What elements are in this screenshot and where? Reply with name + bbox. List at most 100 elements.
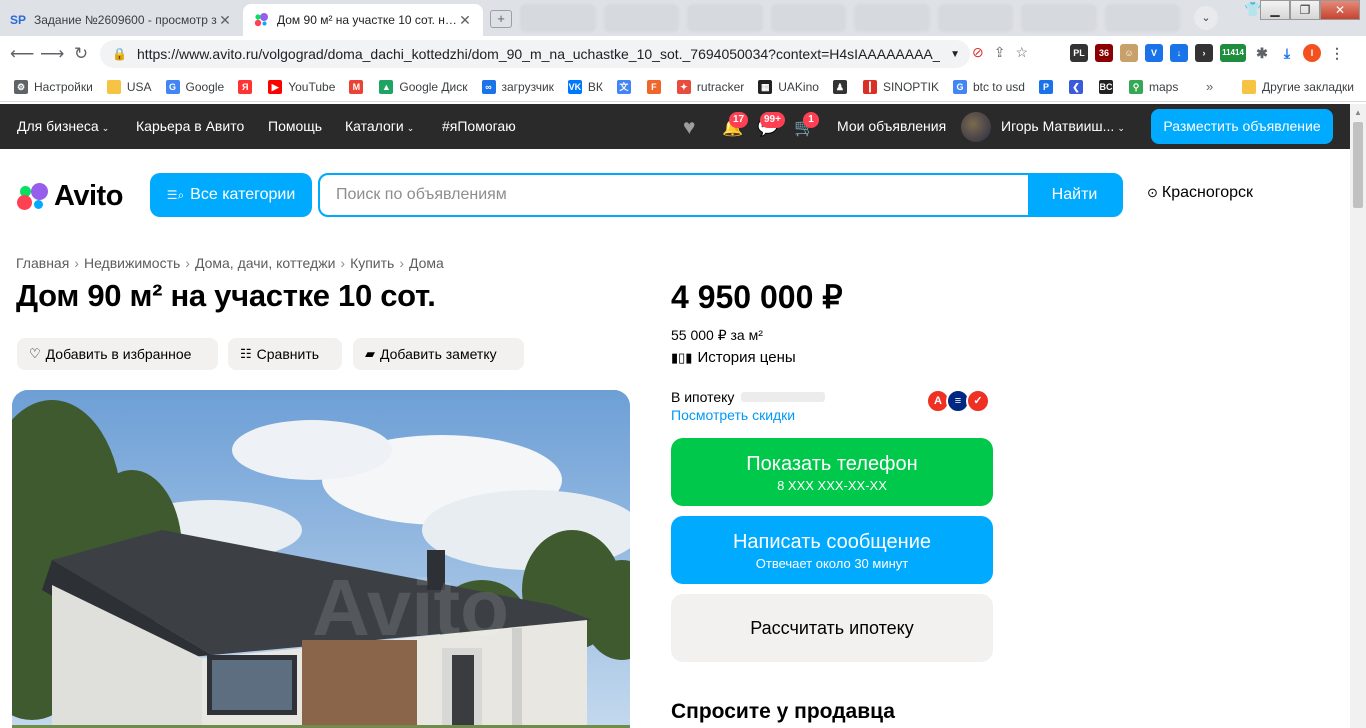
more-bookmarks-button[interactable]: »	[1206, 79, 1213, 94]
close-tab-icon[interactable]: ✕	[217, 12, 233, 29]
user-avatar[interactable]	[961, 112, 991, 142]
bookmark-item[interactable]: ▦ UAKino	[758, 79, 819, 94]
share-icon[interactable]: ⇪	[994, 44, 1006, 61]
new-tab-button[interactable]: +	[490, 10, 512, 28]
bookmark-item[interactable]: VK ВК	[567, 79, 603, 94]
folder-icon	[1242, 80, 1257, 94]
scroll-thumb[interactable]	[1353, 122, 1363, 208]
breadcrumb-item[interactable]: Главная	[16, 255, 69, 271]
menu-kebab-icon[interactable]: ⋮	[1328, 44, 1346, 62]
bookmark-item[interactable]: ⚙ Настройки	[14, 79, 93, 94]
breadcrumb-item[interactable]: Купить	[350, 255, 394, 271]
browser-tab-inactive[interactable]: SP Задание №2609600 - просмотр з ✕	[0, 4, 243, 36]
compare-button[interactable]: ☷ Сравнить	[228, 338, 342, 370]
all-categories-button[interactable]: ☰⌕ Все категории	[150, 173, 312, 217]
chevron-down-icon: ⌄	[406, 123, 415, 133]
svg-text:Avito: Avito	[312, 563, 509, 652]
breadcrumb-item[interactable]: Дома, дачи, коттеджи	[195, 255, 335, 271]
bookmark-item[interactable]: G Google	[165, 79, 224, 94]
bookmark-item[interactable]: ┃ SINOPTIK	[862, 79, 939, 94]
blocked-popup-icon[interactable]: ⊘	[972, 44, 984, 61]
bookmark-item[interactable]: ▶ YouTube	[268, 79, 335, 94]
extension-terminal-icon[interactable]: ›	[1195, 44, 1213, 62]
post-ad-button[interactable]: Разместить объявление	[1151, 109, 1333, 144]
extension-bitcoin-icon[interactable]: 11414	[1220, 44, 1246, 62]
bookmark-item[interactable]: ▲ Google Диск	[379, 79, 468, 94]
favorites-heart-icon[interactable]: ♥	[683, 116, 695, 140]
nav-career[interactable]: Карьера в Авито	[136, 118, 244, 134]
listing-photo[interactable]: Avito	[12, 390, 630, 728]
heart-outline-icon: ♡	[29, 346, 41, 361]
avito-logo[interactable]: Avito	[16, 180, 123, 213]
search-input[interactable]	[320, 175, 1028, 215]
extension-face-icon[interactable]: ☺	[1120, 44, 1138, 62]
lock-icon[interactable]: 🔒	[112, 47, 127, 61]
reload-icon[interactable]: ↻	[70, 44, 92, 64]
write-message-button[interactable]: Написать сообщение Отвечает около 30 мин…	[671, 516, 993, 584]
bookmark-label: maps	[1148, 79, 1179, 94]
show-phone-button[interactable]: Показать телефон 8 XXX XXX-XX-XX	[671, 438, 993, 506]
back-icon[interactable]: ⟵	[10, 44, 34, 64]
search-list-icon: ☰⌕	[166, 187, 185, 202]
extension-download-icon[interactable]: ↓	[1170, 44, 1188, 62]
tab-search-icon[interactable]: ⌄	[1194, 6, 1218, 30]
url-text[interactable]: https://www.avito.ru/volgograd/doma_dach…	[137, 46, 940, 62]
price: 4 950 000 ₽	[671, 279, 843, 315]
search-button[interactable]: Найти	[1028, 175, 1121, 215]
breadcrumb-item[interactable]: Недвижимость	[84, 255, 180, 271]
bookmark-item[interactable]: M	[349, 79, 369, 94]
extension-36-icon[interactable]: 36	[1095, 44, 1113, 62]
bookmark-item[interactable]: USA	[106, 79, 152, 94]
bookmark-item[interactable]: ♟	[832, 79, 853, 94]
location-selector[interactable]: ⊙ Красногорск	[1147, 184, 1253, 202]
page-scrollbar[interactable]: ▲	[1350, 104, 1366, 728]
google-drive-icon: ▲	[379, 79, 394, 94]
extension-pl-icon[interactable]: PL	[1070, 44, 1088, 62]
bookmark-item[interactable]: F	[646, 79, 667, 94]
forward-icon[interactable]: ⟶	[40, 44, 64, 64]
other-bookmarks[interactable]: Другие закладки	[1242, 80, 1354, 94]
bookmark-item[interactable]: BC	[1098, 79, 1119, 94]
bookmark-item[interactable]: P	[1038, 79, 1059, 94]
browser-tab-active[interactable]: Дом 90 м² на участке 10 сот. на п ✕	[243, 4, 483, 36]
nav-my-ads[interactable]: Мои объявления	[837, 118, 946, 134]
bookmark-star-icon[interactable]: ☆	[1015, 44, 1028, 61]
add-to-favorites-button[interactable]: ♡ Добавить в избранное	[17, 338, 218, 370]
breadcrumb: Главная › Недвижимость › Дома, дачи, коттедж…	[16, 255, 444, 271]
dropdown-icon[interactable]: ▼	[940, 49, 970, 60]
nav-ipomogayu[interactable]: #яПомогаю	[442, 118, 516, 134]
bookmark-item[interactable]: ∞ загрузчик	[481, 79, 554, 94]
logo-text: Avito	[54, 180, 123, 212]
add-note-button[interactable]: ▰ Добавить заметку	[353, 338, 524, 370]
nav-catalogs[interactable]: Каталоги ⌄	[345, 118, 414, 134]
translate-icon: 文	[616, 79, 631, 94]
nav-help[interactable]: Помощь	[268, 118, 322, 134]
price-history-link[interactable]: ▮▯▮ История цены	[671, 349, 796, 366]
bookmark-item[interactable]: Я	[238, 79, 258, 94]
calculate-mortgage-button[interactable]: Рассчитать ипотеку	[671, 594, 993, 662]
close-window-button[interactable]: ✕	[1320, 0, 1360, 20]
nav-business[interactable]: Для бизнеса ⌄	[17, 118, 109, 134]
profile-avatar-icon[interactable]: I	[1303, 44, 1321, 62]
see-discounts-link[interactable]: Посмотреть скидки	[671, 407, 795, 423]
bookmark-item[interactable]: ❮	[1068, 79, 1089, 94]
nav-user-menu[interactable]: Игорь Матвииш... ⌄	[1001, 118, 1125, 134]
minimize-button[interactable]: ▁	[1260, 0, 1290, 20]
address-bar[interactable]: 🔒 https://www.avito.ru/volgograd/doma_da…	[100, 40, 970, 68]
bookmark-item[interactable]: 文	[616, 79, 637, 94]
bookmark-item[interactable]: ✦ rutracker	[676, 79, 744, 94]
close-tab-icon[interactable]: ✕	[457, 12, 473, 29]
google-icon: G	[952, 79, 967, 94]
bookmark-item[interactable]: ⚲ maps	[1128, 79, 1179, 94]
scroll-up-icon[interactable]: ▲	[1354, 108, 1362, 117]
price-per-m2: 55 000 ₽ за м²	[671, 327, 763, 343]
bookmark-label: btc to usd	[972, 79, 1025, 94]
extensions-puzzle-icon[interactable]: ✱	[1253, 44, 1271, 62]
extensions-bar: PL 36 ☺ V ↓ › 11414 ✱ ⤓ I ⋮	[1070, 44, 1346, 62]
extension-v-icon[interactable]: V	[1145, 44, 1163, 62]
restore-button[interactable]: ❐	[1290, 0, 1320, 20]
breadcrumb-item[interactable]: Дома	[409, 255, 444, 271]
bookmark-item[interactable]: Gbtc to usd	[952, 79, 1025, 94]
thermometer-icon: ┃	[862, 79, 877, 94]
downloads-icon[interactable]: ⤓	[1278, 44, 1296, 62]
